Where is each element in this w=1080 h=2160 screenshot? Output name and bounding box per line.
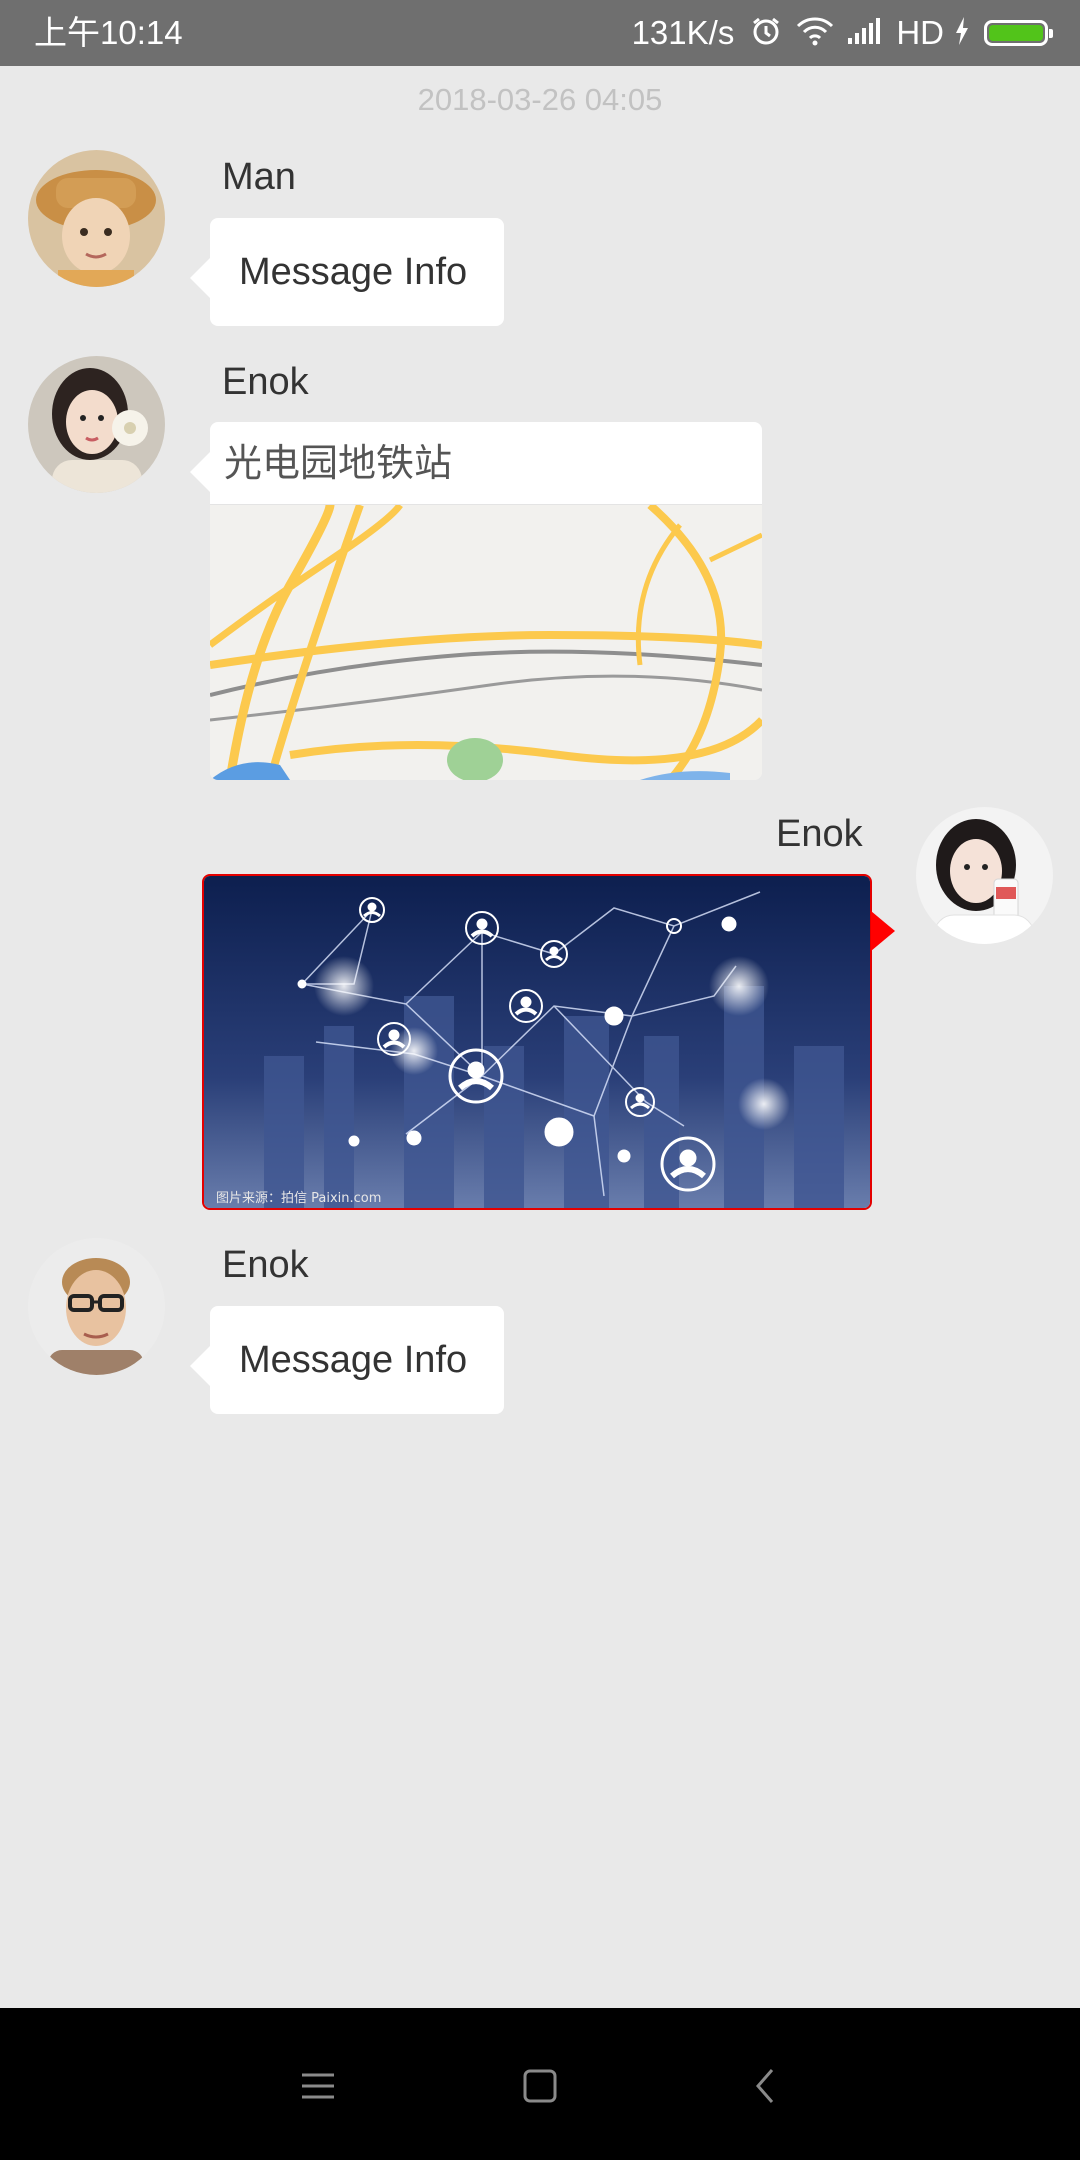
navigation-bar	[0, 2008, 1080, 2160]
home-icon[interactable]	[514, 2060, 566, 2112]
back-icon[interactable]	[740, 2060, 792, 2112]
sender-name: Man	[222, 156, 296, 198]
status-bar: 上午10:14 131K/s HD	[0, 0, 1080, 66]
location-map-preview	[210, 501, 762, 780]
network-speed: 131K/s	[631, 14, 735, 51]
wifi-icon	[796, 16, 834, 51]
bubble-tail	[190, 452, 210, 492]
sender-name: Enok	[776, 813, 863, 855]
menu-icon[interactable]	[292, 2060, 344, 2112]
avatar-man[interactable]	[28, 150, 165, 287]
avatar-enok-female[interactable]	[28, 356, 165, 493]
location-name: 光电园地铁站	[210, 422, 762, 505]
sender-name: Enok	[222, 361, 309, 403]
alarm-icon	[750, 15, 782, 52]
message-bubble-text[interactable]: Message Info	[190, 218, 504, 326]
signal-icon	[848, 17, 882, 49]
status-indicators: 131K/s HD	[631, 12, 1053, 54]
status-time: 上午10:14	[34, 14, 183, 51]
chat-timestamp: 2018-03-26 04:05	[417, 82, 663, 117]
message-bubble-text[interactable]: Message Info	[190, 1306, 504, 1414]
battery-icon	[984, 20, 1053, 46]
avatar-enok-male[interactable]	[28, 1238, 165, 1375]
sender-name: Enok	[222, 1244, 309, 1286]
network-city-image: 图片来源：拍信 Paixin.com	[204, 876, 870, 1208]
charging-icon	[954, 16, 970, 50]
location-message-card[interactable]: 光电园地铁站	[210, 422, 762, 780]
sent-bubble-tail	[871, 911, 895, 951]
image-message[interactable]: 图片来源：拍信 Paixin.com	[202, 874, 872, 1210]
network-type-label: HD	[896, 14, 944, 51]
battery-level	[989, 25, 1043, 41]
avatar-enok-self[interactable]	[916, 807, 1053, 944]
image-caption: 图片来源：拍信 Paixin.com	[216, 1191, 381, 1206]
